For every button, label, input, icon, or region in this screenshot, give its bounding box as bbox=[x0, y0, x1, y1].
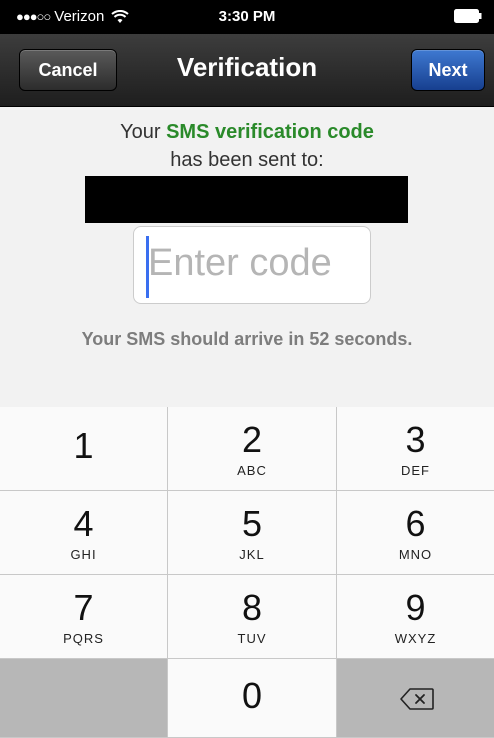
key-8[interactable]: 8 TUV bbox=[168, 575, 337, 659]
redacted-phone-number bbox=[85, 176, 408, 223]
key-digit: 9 bbox=[405, 587, 426, 628]
key-digit: 7 bbox=[73, 587, 94, 628]
key-letters: TUV bbox=[237, 631, 267, 646]
backspace-icon bbox=[400, 688, 434, 710]
sent-message-line1: Your SMS verification code bbox=[0, 121, 494, 144]
sent-message-line2: has been sent to: bbox=[170, 149, 324, 171]
key-4[interactable]: 4 GHI bbox=[0, 491, 168, 575]
key-6[interactable]: 6 MNO bbox=[337, 491, 494, 575]
key-2[interactable]: 2 ABC bbox=[168, 407, 337, 491]
next-button[interactable]: Next bbox=[411, 49, 485, 91]
arrival-countdown-text: Your SMS should arrive in 52 seconds. bbox=[81, 329, 413, 349]
key-digit: 2 bbox=[241, 419, 263, 460]
key-letters: MNO bbox=[398, 547, 433, 562]
numeric-keypad: 1 2 ABC 3 DEF 4 GHI 5 JKL 6 MNO 7 PQRS 8… bbox=[0, 407, 494, 738]
key-letters: JKL bbox=[239, 547, 265, 562]
key-letters: WXYZ bbox=[394, 631, 437, 646]
key-letters: ABC bbox=[237, 463, 267, 478]
battery-icon bbox=[454, 9, 482, 23]
status-time: 3:30 PM bbox=[218, 8, 276, 25]
key-digit: 3 bbox=[405, 419, 426, 460]
key-letters: PQRS bbox=[63, 631, 104, 646]
key-9[interactable]: 9 WXYZ bbox=[337, 575, 494, 659]
key-blank bbox=[0, 659, 168, 738]
sent-message-prefix: Your bbox=[120, 121, 167, 143]
key-0[interactable]: 0 bbox=[168, 659, 337, 738]
delete-key[interactable] bbox=[337, 659, 494, 738]
key-digit: 6 bbox=[405, 503, 426, 544]
key-7[interactable]: 7 PQRS bbox=[0, 575, 168, 659]
key-digit: 5 bbox=[241, 503, 263, 544]
verification-content: Your SMS verification code has been sent… bbox=[0, 107, 494, 407]
key-3[interactable]: 3 DEF bbox=[337, 407, 494, 491]
key-digit: 0 bbox=[241, 675, 263, 716]
verification-code-input[interactable]: Enter code bbox=[133, 226, 371, 304]
key-5[interactable]: 5 JKL bbox=[168, 491, 337, 575]
code-placeholder: Enter code bbox=[148, 242, 332, 284]
key-digit: 8 bbox=[241, 587, 263, 628]
key-letters: DEF bbox=[401, 463, 430, 478]
key-letters: GHI bbox=[70, 547, 97, 562]
key-1[interactable]: 1 bbox=[0, 407, 168, 491]
navigation-bar: Cancel Verification Next bbox=[0, 34, 494, 107]
key-digit: 4 bbox=[73, 503, 94, 544]
status-bar: ●●●○○ Verizon 3:30 PM bbox=[0, 0, 494, 34]
key-digit: 1 bbox=[73, 425, 94, 466]
sms-code-highlight: SMS verification code bbox=[166, 121, 374, 143]
verification-screen: ●●●○○ Verizon 3:30 PM Cancel Verificatio… bbox=[0, 0, 494, 738]
